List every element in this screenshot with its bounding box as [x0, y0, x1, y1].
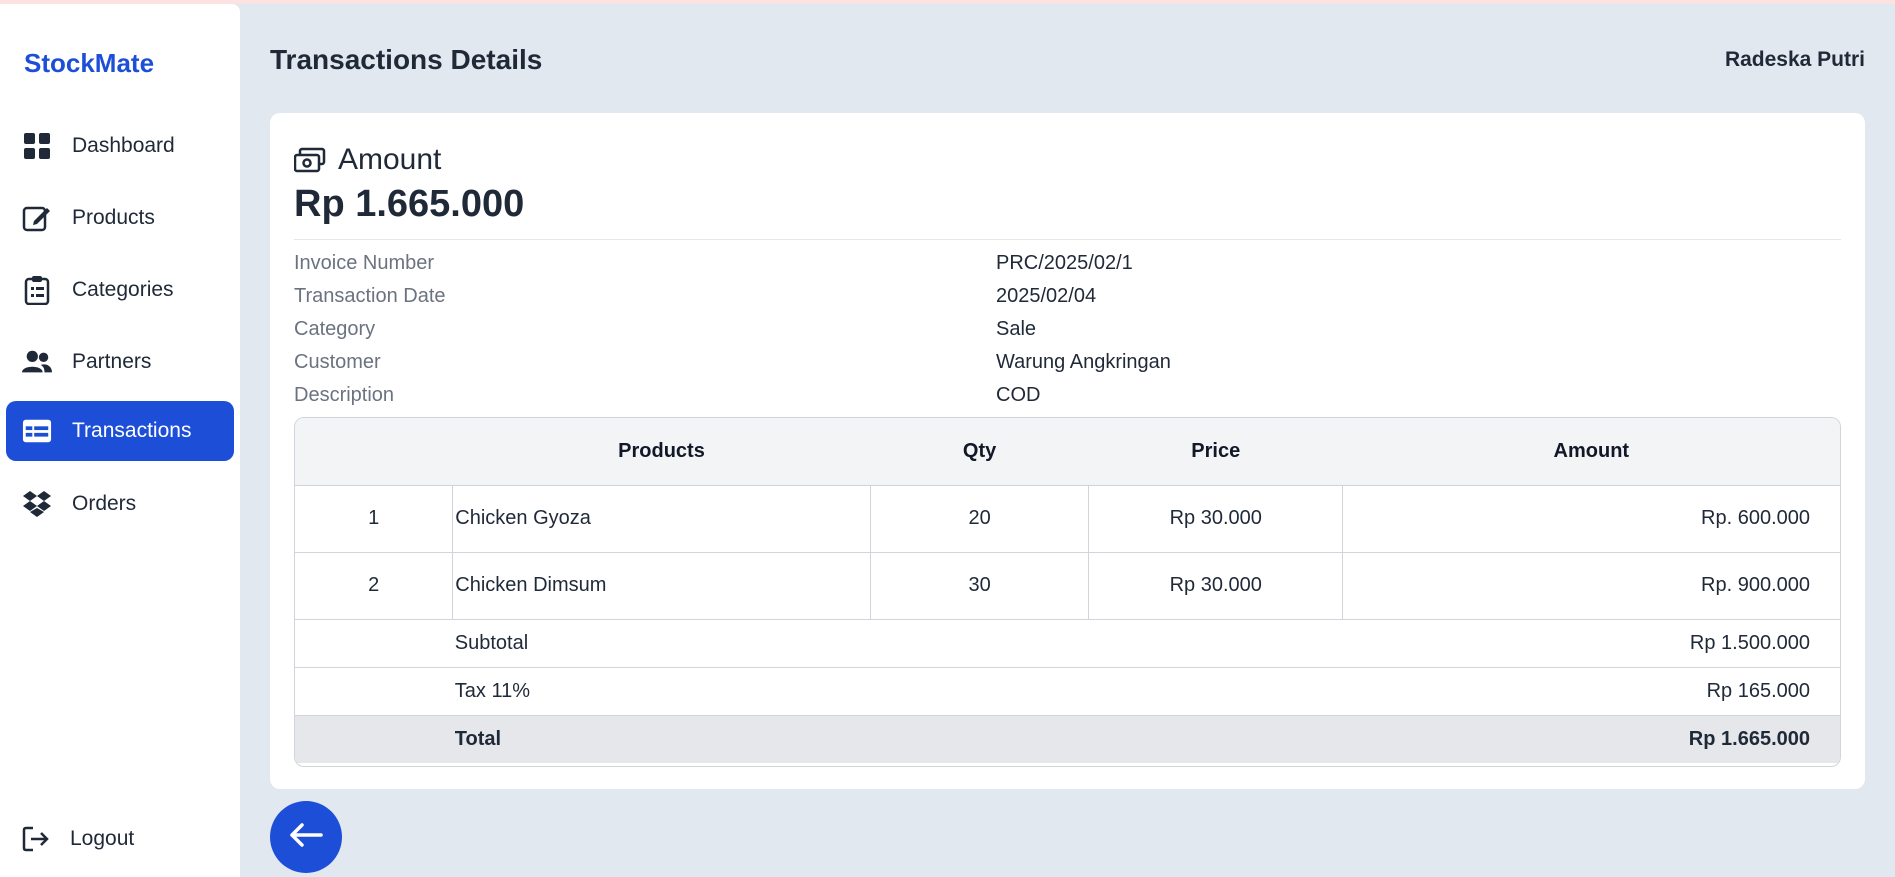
product-price: Rp 30.000: [1088, 484, 1343, 552]
detail-value: 2025/02/04: [996, 285, 1097, 307]
row-number: 2: [295, 551, 453, 619]
top-accent-line: [0, 0, 1895, 4]
column-header-number: [295, 418, 453, 485]
total-value: Rp 1.665.000: [870, 714, 1840, 763]
back-button[interactable]: [270, 801, 342, 873]
detail-row: Category Sale: [294, 313, 1841, 346]
transaction-card: Amount Rp 1.665.000 Invoice Number PRC/2…: [270, 113, 1865, 789]
detail-value: PRC/2025/02/1: [996, 252, 1133, 274]
page-title: Transactions Details: [270, 44, 543, 75]
detail-row: Customer Warung Angkringan: [294, 346, 1841, 379]
column-header-products: Products: [618, 439, 705, 462]
column-header-qty: Qty: [962, 439, 997, 462]
row-number: 1: [295, 484, 453, 552]
product-amount: Rp. 900.000: [1342, 551, 1840, 619]
clipboard-icon: [22, 275, 52, 305]
sidebar-item-orders[interactable]: Orders: [6, 474, 234, 534]
sidebar-item-transactions[interactable]: Transactions: [6, 401, 234, 461]
table-icon: [22, 416, 52, 446]
sidebar-item-label: Products: [72, 206, 155, 229]
logout-icon: [22, 824, 52, 854]
empty-cell: [295, 618, 453, 667]
subtotal-row: Subtotal Rp 1.500.000: [295, 618, 1840, 667]
detail-label: Invoice Number: [294, 252, 435, 274]
money-icon: [294, 143, 328, 177]
sidebar: StockMate Dashboard Products Categories …: [0, 4, 240, 877]
product-name: Chicken Gyoza: [452, 484, 871, 552]
column-header-price: Price: [1191, 439, 1241, 462]
sidebar-item-label: Categories: [72, 278, 174, 301]
detail-value: Warung Angkringan: [996, 351, 1171, 373]
product-name: Chicken Dimsum: [452, 551, 871, 619]
product-qty: 30: [869, 551, 1089, 619]
dropbox-icon: [22, 489, 52, 519]
products-table: Products Qty Price Amount 1 Chicken Gyoz…: [295, 418, 1840, 763]
products-table-container: Products Qty Price Amount 1 Chicken Gyoz…: [294, 417, 1841, 767]
divider: [294, 239, 1841, 240]
dashboard-icon: [22, 131, 52, 161]
subtotal-label: Subtotal: [452, 618, 871, 667]
sidebar-item-label: Dashboard: [72, 134, 175, 157]
product-price: Rp 30.000: [1088, 551, 1343, 619]
tax-value: Rp 165.000: [870, 666, 1840, 715]
empty-cell: [295, 666, 453, 715]
sidebar-item-dashboard[interactable]: Dashboard: [6, 116, 234, 176]
tax-label: Tax 11%: [452, 666, 871, 715]
total-row: Total Rp 1.665.000: [295, 714, 1840, 763]
table-header-row: Products Qty Price Amount: [295, 418, 1840, 485]
detail-row: Invoice Number PRC/2025/02/1: [294, 247, 1841, 280]
table-row: 2 Chicken Dimsum 30 Rp 30.000 Rp. 900.00…: [295, 551, 1840, 619]
sidebar-item-label: Transactions: [72, 419, 192, 442]
transaction-details: Invoice Number PRC/2025/02/1 Transaction…: [294, 247, 1841, 412]
brand-logo[interactable]: StockMate: [24, 48, 154, 79]
sidebar-item-categories[interactable]: Categories: [6, 260, 234, 320]
empty-cell: [295, 714, 453, 763]
detail-value: Sale: [996, 318, 1037, 340]
tax-row: Tax 11% Rp 165.000: [295, 666, 1840, 715]
product-qty: 20: [869, 484, 1089, 552]
sidebar-item-label: Partners: [72, 350, 152, 373]
detail-label: Transaction Date: [294, 285, 446, 307]
detail-row: Description COD: [294, 379, 1841, 412]
subtotal-value: Rp 1.500.000: [870, 618, 1840, 667]
sidebar-item-products[interactable]: Products: [6, 188, 234, 248]
amount-value: Rp 1.665.000: [294, 183, 525, 225]
detail-row: Transaction Date 2025/02/04: [294, 280, 1841, 313]
users-icon: [22, 347, 52, 377]
amount-label: Amount: [338, 143, 442, 176]
total-label: Total: [452, 714, 871, 763]
amount-heading: Amount: [294, 143, 441, 177]
detail-label: Description: [294, 384, 395, 406]
logout-button[interactable]: Logout: [22, 824, 134, 854]
sidebar-item-label: Orders: [72, 492, 137, 515]
detail-label: Category: [294, 318, 376, 340]
column-header-amount: Amount: [1553, 439, 1630, 462]
arrow-left-icon: [289, 822, 323, 852]
logout-label: Logout: [70, 827, 135, 850]
edit-icon: [22, 203, 52, 233]
sidebar-item-partners[interactable]: Partners: [6, 332, 234, 392]
product-amount: Rp. 600.000: [1342, 484, 1840, 552]
table-row: 1 Chicken Gyoza 20 Rp 30.000 Rp. 600.000: [295, 484, 1840, 552]
user-name[interactable]: Radeska Putri: [1725, 48, 1865, 72]
detail-label: Customer: [294, 351, 381, 373]
detail-value: COD: [996, 384, 1041, 406]
